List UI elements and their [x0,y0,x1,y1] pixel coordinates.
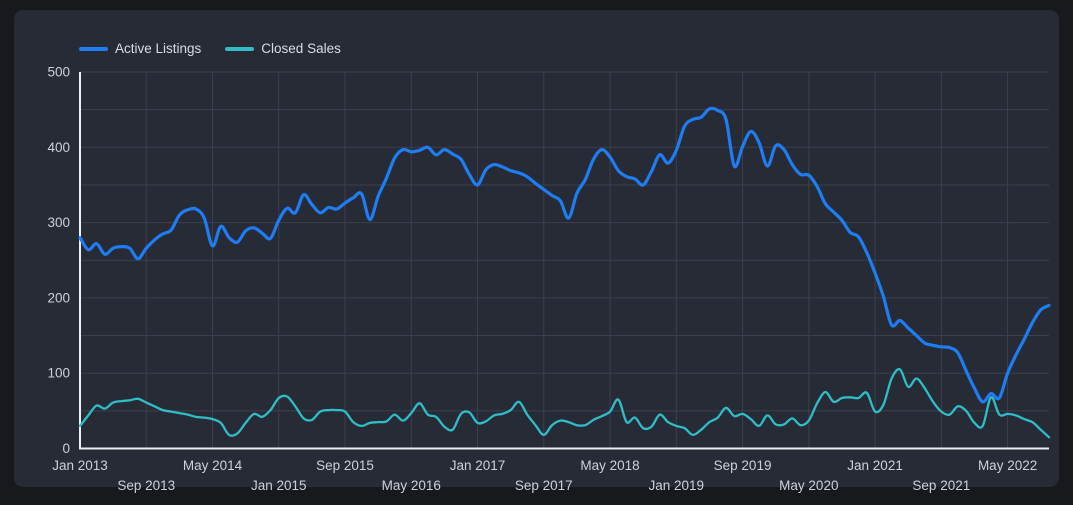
chart-card: Active Listings Closed Sales 0 100 200 300 4… [14,10,1059,493]
x-tick-label: Sep 2017 [515,478,573,493]
series-line-active-listings[interactable] [78,106,1051,404]
y-tick-label: 0 [62,441,70,456]
y-tick-label: 300 [47,215,70,230]
x-tick-label: Sep 2021 [912,478,970,493]
x-tick-label: Jan 2019 [649,478,705,493]
page: { "theme": { "page_bg": "#17191d", "card… [0,0,1073,495]
x-tick-label: Jan 2015 [251,478,307,493]
x-tick-label: Jan 2013 [52,458,108,473]
x-tick-label: Jan 2017 [450,458,506,473]
y-tick-label: 100 [47,366,70,381]
series-line-closed-sales[interactable] [78,368,1051,439]
x-tick-label: May 2020 [779,478,838,493]
x-tick-label: Sep 2015 [316,458,374,473]
x-tick-label: May 2018 [580,458,639,473]
y-tick-label: 400 [47,140,70,155]
y-tick-label: 500 [47,65,70,80]
line-chart-plot-area[interactable]: 0 100 200 300 400 500 Jan 2013 Sep 2013 May 2014… [14,10,1073,505]
x-tick-label: May 2022 [978,458,1037,473]
y-tick-label: 200 [47,290,70,305]
x-tick-label: May 2014 [183,458,243,473]
x-tick-label: Jan 2021 [847,458,903,473]
x-tick-label: Sep 2019 [714,458,772,473]
x-tick-label: May 2016 [382,478,441,493]
x-tick-label: Sep 2013 [117,478,175,493]
